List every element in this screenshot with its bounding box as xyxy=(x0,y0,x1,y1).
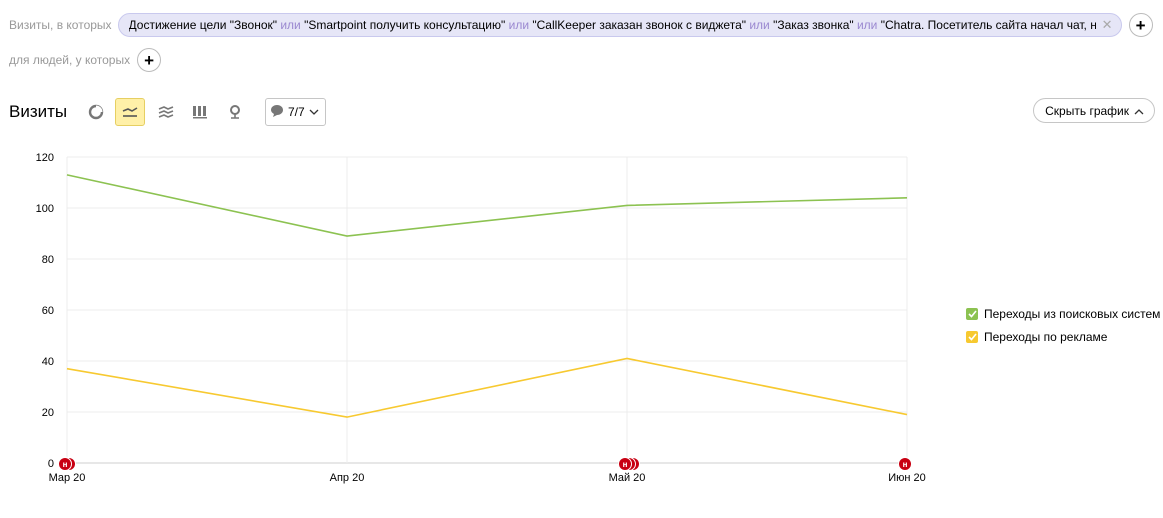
people-filter-row: для людей, у которых + xyxy=(9,48,162,72)
add-people-filter-button[interactable]: + xyxy=(137,48,162,72)
chevron-down-icon xyxy=(309,105,319,119)
annotation-marker: н xyxy=(898,457,912,471)
filter-condition: "Заказ звонка" xyxy=(773,18,854,32)
or-separator: или xyxy=(853,18,881,32)
chart-toolbar: Визиты 7/7 Скрыть график xyxy=(9,98,1155,126)
annotation-marker: н xyxy=(58,457,72,471)
chart-title: Визиты xyxy=(9,102,68,121)
filter-condition: "Smartpoint получить консультацию" xyxy=(304,18,506,32)
pie-chart-icon[interactable] xyxy=(81,98,111,126)
legend-item[interactable]: Переходы по рекламе xyxy=(966,325,1160,348)
annotation-marker: н xyxy=(618,457,632,471)
stacked-area-icon[interactable] xyxy=(151,98,181,126)
speech-bubble-icon xyxy=(270,104,284,121)
or-separator: или xyxy=(505,18,533,32)
goal-filter-text: Достижение цели "Звонок" или "Smartpoint… xyxy=(129,18,1096,32)
chart-legend: Переходы из поисковых систем Переходы по … xyxy=(966,302,1160,348)
series-line xyxy=(66,357,908,418)
y-tick-label: 60 xyxy=(42,305,54,317)
add-visit-filter-button[interactable]: + xyxy=(1128,13,1153,37)
checkbox-icon[interactable] xyxy=(966,307,978,320)
series-selector-button[interactable]: 7/7 xyxy=(265,98,326,126)
close-icon[interactable]: ✕ xyxy=(1102,17,1113,33)
y-tick-label: 100 xyxy=(36,203,54,215)
x-tick-label: Май 20 xyxy=(609,472,646,484)
y-tick-label: 120 xyxy=(36,152,54,164)
x-tick-label: Апр 20 xyxy=(330,472,365,484)
map-icon[interactable] xyxy=(220,98,250,126)
hide-chart-label: Скрыть график xyxy=(1045,103,1129,118)
y-tick-label: 20 xyxy=(42,407,54,419)
legend-item[interactable]: Переходы из поисковых систем xyxy=(966,302,1160,325)
y-tick-label: 40 xyxy=(42,356,54,368)
x-tick-label: Июн 20 xyxy=(888,472,926,484)
line-chart-icon[interactable] xyxy=(115,98,145,126)
series-line xyxy=(66,174,908,237)
visits-filter-row: Визиты, в которых Достижение цели "Звоно… xyxy=(9,13,1153,37)
visits-filter-label: Визиты, в которых xyxy=(9,18,112,32)
chevron-up-icon xyxy=(1134,104,1144,118)
or-separator: или xyxy=(746,18,774,32)
checkbox-icon[interactable] xyxy=(966,330,978,343)
y-tick-label: 0 xyxy=(48,458,54,470)
annotation-label: н xyxy=(623,460,628,469)
annotation-label: н xyxy=(63,460,68,469)
x-tick-label: Мар 20 xyxy=(49,472,86,484)
legend-label: Переходы из поисковых систем xyxy=(984,306,1161,321)
filter-condition: Достижение цели "Звонок" xyxy=(128,18,278,32)
annotation-label: н xyxy=(903,460,908,469)
column-chart-icon[interactable] xyxy=(185,98,215,126)
series-count: 7/7 xyxy=(288,105,305,119)
goal-filter-chip[interactable]: Достижение цели "Звонок" или "Smartpoint… xyxy=(117,13,1122,37)
hide-chart-button[interactable]: Скрыть график xyxy=(1033,98,1155,123)
visits-line-chart: 0 20 40 60 80 100 120 Мар 20 Апр 20 Май 20 Июн 20 н… xyxy=(36,152,926,484)
y-tick-label: 80 xyxy=(42,254,54,266)
filter-condition: "CallKeeper заказан звонок с виджета" xyxy=(532,18,746,32)
people-filter-label: для людей, у которых xyxy=(9,53,131,67)
filter-condition: "Chatra. Посетитель сайта начал чат, нап… xyxy=(880,18,1096,32)
or-separator: или xyxy=(277,18,305,32)
legend-label: Переходы по рекламе xyxy=(984,329,1108,344)
plus-icon: + xyxy=(144,50,155,70)
plus-icon: + xyxy=(1135,15,1146,35)
